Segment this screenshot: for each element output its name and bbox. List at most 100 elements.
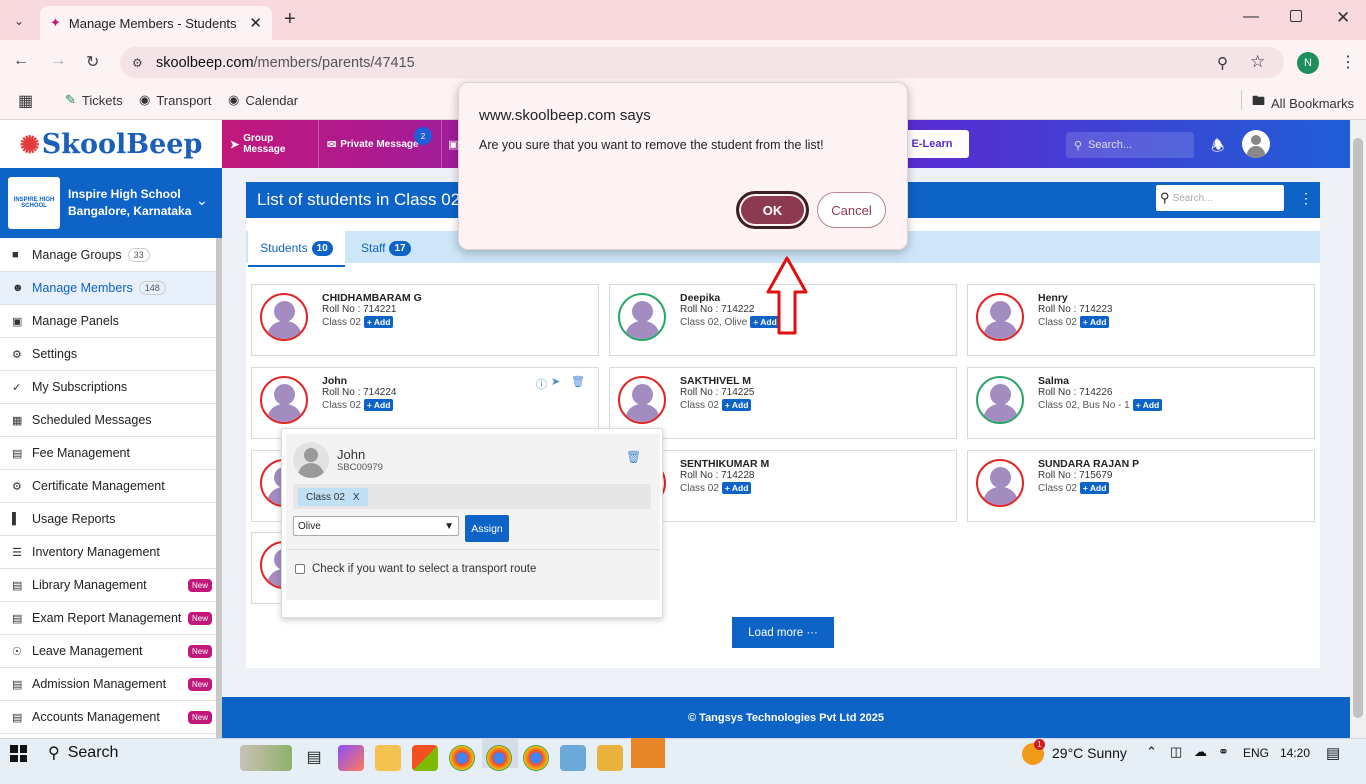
bookmark-star-icon[interactable]: ☆: [1250, 52, 1265, 72]
store-icon[interactable]: [412, 745, 438, 771]
maximize-button[interactable]: [1290, 10, 1302, 22]
address-bar[interactable]: ⚙ skoolbeep.com/members/parents/47415: [120, 47, 1284, 78]
cancel-button[interactable]: Cancel: [817, 192, 886, 228]
snipping-tool-icon[interactable]: [631, 738, 665, 768]
sidebar-item-icon: ⚙: [12, 348, 22, 361]
bookmark-tickets[interactable]: ✎ Tickets: [65, 92, 123, 108]
sidebar-item-my-subscriptions[interactable]: ✓ My Subscriptions: [0, 371, 222, 404]
sidebar-item-exam-report-management[interactable]: ▤ Exam Report Management New: [0, 602, 222, 635]
copilot-icon[interactable]: [338, 745, 364, 771]
page-scrollbar[interactable]: [1350, 120, 1366, 738]
chrome-active-icon[interactable]: [486, 745, 512, 771]
sidebar-item-library-management[interactable]: ▤ Library Management New: [0, 569, 222, 602]
student-card[interactable]: CHIDHAMBARAM G Roll No : 714221 Class 02 + …: [251, 284, 599, 356]
student-class: Class 02 + Add: [1038, 316, 1110, 328]
weather-text[interactable]: 29°C Sunny: [1052, 745, 1127, 761]
tab-students[interactable]: Students 10: [248, 231, 345, 267]
student-card[interactable]: Henry Roll No : 714223 Class 02 + Add: [967, 284, 1315, 356]
network-icon[interactable]: ⚭: [1218, 744, 1229, 760]
apps-grid-icon[interactable]: ▦: [18, 91, 33, 111]
sidebar-item-inventory-management[interactable]: ☰ Inventory Management: [0, 536, 222, 569]
reload-button[interactable]: ↻: [86, 52, 99, 72]
sidebar-item-settings[interactable]: ⚙ Settings: [0, 338, 222, 371]
close-tab-icon[interactable]: ✕: [249, 14, 262, 32]
section-select[interactable]: Olive ▼: [293, 516, 459, 536]
student-name: John: [322, 375, 348, 387]
profile-avatar[interactable]: N: [1297, 52, 1319, 74]
add-button[interactable]: + Add: [721, 482, 752, 494]
sidebar-item-manage-groups[interactable]: ■ Manage Groups 33: [0, 239, 222, 272]
add-button[interactable]: + Add: [721, 399, 752, 411]
add-button[interactable]: + Add: [363, 316, 394, 328]
site-info-icon[interactable]: ⚙: [132, 56, 143, 70]
minimize-button[interactable]: —: [1243, 8, 1259, 26]
cloud-icon[interactable]: ☁: [1194, 744, 1207, 760]
sidebar-item-manage-panels[interactable]: ▣ Manage Panels: [0, 305, 222, 338]
notifications-icon[interactable]: ▤: [1326, 744, 1340, 762]
close-window-button[interactable]: ✕: [1336, 8, 1350, 28]
bookmark-transport[interactable]: ◉ Transport: [139, 92, 212, 108]
sidebar-item-accounts-management[interactable]: ▤ Accounts Management New: [0, 701, 222, 734]
sidebar-item-label: Settings: [32, 347, 78, 361]
nav-group-message[interactable]: ➤ Group Message: [222, 120, 319, 168]
clock[interactable]: 14:20: [1280, 746, 1310, 760]
add-button[interactable]: + Add: [363, 399, 394, 411]
add-button[interactable]: + Add: [1079, 482, 1110, 494]
language-indicator[interactable]: ENG: [1243, 746, 1269, 760]
delete-icon[interactable]: 🗑: [571, 375, 585, 388]
assign-button[interactable]: Assign: [465, 515, 509, 542]
sidebar-item-fee-management[interactable]: ▤ Fee Management: [0, 437, 222, 470]
task-view-icon[interactable]: ▤: [301, 745, 327, 771]
student-name: SUNDARA RAJAN P: [1038, 458, 1140, 470]
info-icon[interactable]: ⓘ: [536, 376, 547, 392]
paint-icon[interactable]: [597, 745, 623, 771]
sidebar-item-manage-members[interactable]: ☻ Manage Members 148: [0, 272, 222, 305]
header-search-input[interactable]: ⚲ Search...: [1066, 132, 1194, 158]
zoom-icon[interactable]: ⚲: [1217, 54, 1228, 72]
add-button[interactable]: + Add: [1079, 316, 1110, 328]
sidebar-item-scheduled-messages[interactable]: ▦ Scheduled Messages: [0, 404, 222, 437]
scrollbar-thumb[interactable]: [1353, 138, 1363, 718]
ok-button[interactable]: OK: [736, 191, 809, 229]
chevron-down-icon[interactable]: ⌄: [196, 192, 208, 209]
app-logo[interactable]: ✺ SkoolBeep: [0, 120, 222, 168]
tab-staff[interactable]: Staff 17: [361, 234, 411, 262]
all-bookmarks[interactable]: 🖿 All Bookmarks: [1252, 92, 1354, 114]
windows-start-icon[interactable]: [10, 745, 27, 762]
sidebar-item-leave-management[interactable]: ☉ Leave Management New: [0, 635, 222, 668]
bookmark-calendar[interactable]: ◉ Calendar: [228, 92, 298, 108]
tray-app-icon[interactable]: ◫: [1170, 744, 1182, 760]
file-explorer-icon[interactable]: [375, 745, 401, 771]
browser-menu-icon[interactable]: ⋮: [1340, 52, 1356, 72]
tab-list-button[interactable]: ⌄: [8, 10, 30, 32]
notification-bell-icon[interactable]: 🕭: [1211, 136, 1224, 161]
tray-chevron-icon[interactable]: ⌃: [1146, 744, 1157, 760]
more-options-icon[interactable]: ⋮: [1299, 190, 1313, 207]
user-avatar[interactable]: [1242, 130, 1270, 158]
load-more-button[interactable]: Load more ···: [732, 617, 834, 648]
chip-remove-icon[interactable]: X: [353, 492, 360, 503]
sidebar-item-admission-management[interactable]: ▤ Admission Management New: [0, 668, 222, 701]
student-search-input[interactable]: ⚲ Search...: [1156, 185, 1284, 211]
back-button[interactable]: ←: [13, 52, 29, 70]
sidebar-item-label: Manage Panels: [32, 314, 119, 328]
add-button[interactable]: + Add: [1132, 399, 1163, 411]
image-icon[interactable]: ▣: [448, 138, 458, 151]
chrome-icon[interactable]: [449, 745, 475, 771]
new-tab-button[interactable]: +: [284, 8, 296, 31]
send-message-icon[interactable]: ➤: [551, 375, 560, 388]
popup-delete-icon[interactable]: 🗑: [626, 450, 641, 464]
student-card[interactable]: SUNDARA RAJAN P Roll No : 715679 Class 02 +…: [967, 450, 1315, 522]
sidebar-item-usage-reports[interactable]: ▌ Usage Reports: [0, 503, 222, 536]
notepad-icon[interactable]: [560, 745, 586, 771]
student-name: CHIDHAMBARAM G: [322, 292, 422, 304]
school-selector[interactable]: INSPIRE HIGH SCHOOL Inspire High School …: [0, 168, 222, 238]
sidebar-item-certificate-management[interactable]: ⚙ Certificate Management: [0, 470, 222, 503]
browser-tab[interactable]: ✦ Manage Members - Students ✕: [40, 6, 272, 40]
transport-checkbox[interactable]: [295, 564, 305, 574]
taskbar-search[interactable]: ⚲ Search: [48, 743, 118, 763]
forward-button[interactable]: →: [50, 52, 66, 70]
chrome-profile-icon[interactable]: [523, 745, 549, 771]
news-widget-icon[interactable]: [240, 745, 292, 771]
student-card[interactable]: Salma Roll No : 714226 Class 02, Bus No - …: [967, 367, 1315, 439]
